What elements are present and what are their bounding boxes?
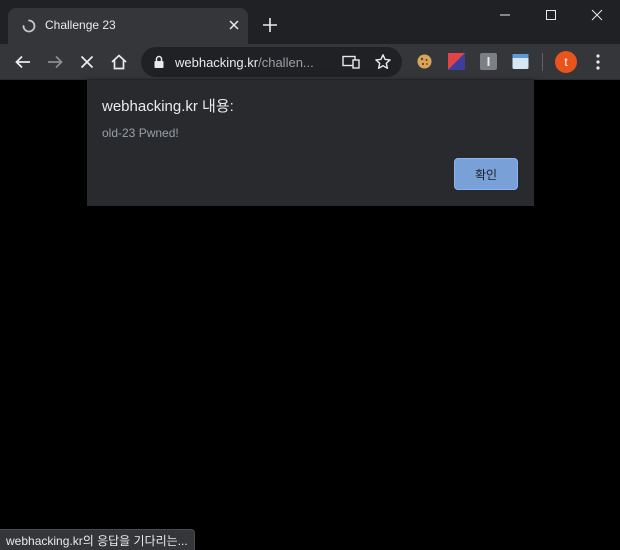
status-bubble: webhacking.kr의 응답을 기다리는... <box>0 529 195 550</box>
minimize-button[interactable] <box>482 0 528 30</box>
extension-i-icon[interactable] <box>480 53 497 70</box>
back-icon <box>15 55 30 69</box>
url-text[interactable]: webhacking.kr/challen... <box>175 55 314 70</box>
cookie-icon[interactable] <box>416 53 433 70</box>
star-icon[interactable] <box>374 53 392 71</box>
plus-icon[interactable] <box>261 16 279 34</box>
cast-icon[interactable] <box>342 55 360 69</box>
url-path: /challen... <box>258 55 314 70</box>
menu-icon[interactable] <box>588 52 608 72</box>
alert-dialog: webhacking.kr 내용: old-23 Pwned! 확인 <box>87 80 534 206</box>
dialog-title: webhacking.kr 내용: <box>102 98 234 115</box>
forward-button[interactable] <box>43 50 67 74</box>
stop-button[interactable] <box>75 50 99 74</box>
tab-title: Challenge 23 <box>45 18 116 32</box>
home-button[interactable] <box>107 50 131 74</box>
ok-button[interactable]: 확인 <box>454 158 518 190</box>
window-close-button[interactable] <box>574 0 620 30</box>
tab-challenge-23[interactable]: Challenge 23 <box>8 8 248 44</box>
extension-window-icon[interactable] <box>512 53 529 70</box>
forward-icon <box>48 55 63 69</box>
avatar[interactable]: t <box>555 51 577 73</box>
maximize-button[interactable] <box>528 0 574 30</box>
lock-icon[interactable] <box>153 55 165 69</box>
back-button[interactable] <box>11 50 35 74</box>
loading-spinner-icon <box>22 19 36 33</box>
address-bar[interactable]: webhacking.kr/challen... <box>141 47 402 77</box>
url-host: webhacking.kr <box>175 55 259 70</box>
tab-strip: Challenge 23 <box>0 0 620 44</box>
stop-icon <box>80 55 94 69</box>
close-icon <box>591 9 603 21</box>
toolbar-divider <box>542 53 543 71</box>
dialog-message: old-23 Pwned! <box>102 126 179 140</box>
maximize-icon <box>546 10 556 20</box>
toolbar: webhacking.kr/challen... t <box>0 44 620 80</box>
close-icon[interactable] <box>226 17 242 33</box>
minimize-icon <box>500 14 510 16</box>
home-icon <box>111 54 127 70</box>
extension-gradient-icon[interactable] <box>448 53 465 70</box>
